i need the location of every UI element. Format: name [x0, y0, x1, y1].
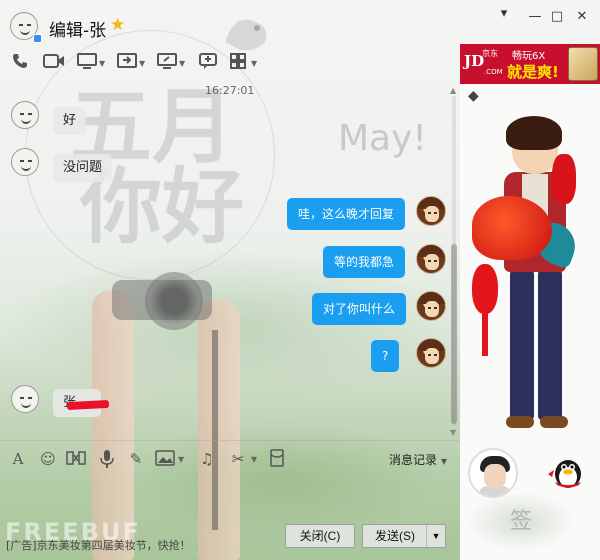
message-bubble-sent: 等的我都急: [323, 246, 406, 278]
remote-desktop-icon[interactable]: [77, 52, 97, 74]
message-bubble-sent: 哇，这么晚才回复: [287, 198, 406, 230]
sender-avatar[interactable]: [11, 385, 39, 413]
file-transfer-icon[interactable]: [117, 52, 137, 74]
message-history-link[interactable]: 消息记录 ▼: [389, 451, 447, 468]
collapse-icon[interactable]: ▾: [496, 6, 512, 22]
photo-camera-strap: [212, 330, 218, 530]
my-avatar[interactable]: [416, 291, 446, 321]
font-icon[interactable]: A: [8, 449, 28, 469]
message-timestamp: 16:27:01: [205, 84, 255, 97]
music-icon[interactable]: ♫: [197, 449, 217, 469]
right-show-panel: JD 京东 .COM 畅玩6X 就是爽! ◆ 签: [460, 44, 600, 560]
message-bubble-sent: ?: [371, 340, 400, 372]
image-icon[interactable]: [155, 449, 175, 469]
chevron-down-icon[interactable]: ▼: [179, 59, 185, 68]
apps-grid-icon[interactable]: [229, 52, 247, 74]
message-bubble-sent: 对了你叫什么: [312, 293, 407, 325]
phone-image: [568, 47, 598, 81]
scroll-down-icon[interactable]: ▼: [450, 428, 456, 437]
sign-in-deco[interactable]: 签: [466, 492, 576, 552]
ad-brand-sub: 京东: [482, 49, 498, 58]
lantern: [472, 264, 498, 314]
qq-penguin-icon[interactable]: [546, 452, 586, 492]
my-avatar[interactable]: [416, 196, 446, 226]
close-button[interactable]: 关闭(C): [285, 524, 355, 548]
chevron-down-icon[interactable]: ▼: [99, 59, 105, 68]
close-window-button[interactable]: ✕: [574, 9, 590, 25]
background-grass: [120, 420, 440, 540]
voice-call-icon[interactable]: [11, 52, 29, 74]
title-bar: 编辑-张 ★ ▾ — □ ✕: [0, 0, 600, 44]
my-avatar[interactable]: [416, 244, 446, 274]
chevron-down-icon[interactable]: ▼: [178, 455, 184, 464]
ad-line-1: 畅玩6X: [512, 51, 546, 62]
message-bubble-received: 没问题: [53, 154, 113, 182]
chat-toolbar: ▼ ▼ ▼ ▼: [0, 52, 460, 78]
chevron-down-icon[interactable]: ▼: [139, 59, 145, 68]
ad-brand-sub2: .COM: [484, 68, 503, 76]
red-packet-icon[interactable]: [267, 449, 287, 469]
ad-banner[interactable]: JD 京东 .COM 畅玩6X 就是爽!: [460, 44, 600, 84]
doodle-icon[interactable]: ✎: [126, 449, 146, 469]
contact-name[interactable]: 编辑-张: [49, 16, 106, 41]
sender-avatar[interactable]: [11, 148, 39, 176]
message-bubble-received: 好: [53, 107, 87, 135]
minimize-button[interactable]: —: [527, 9, 543, 25]
magic-expression-icon[interactable]: [66, 449, 86, 469]
screen-share-icon[interactable]: [157, 52, 177, 74]
group-chat-icon[interactable]: [198, 52, 218, 74]
emoji-icon[interactable]: ☺: [38, 449, 58, 469]
background-deco-may: May!: [338, 118, 427, 159]
photo-camera-lens: [145, 272, 203, 330]
send-options-chevron-icon[interactable]: ▼: [426, 524, 446, 548]
my-avatar[interactable]: [416, 338, 446, 368]
chevron-down-icon[interactable]: ▼: [251, 59, 257, 68]
bottom-ad-link[interactable]: [广告]京东美妆第四届美妆节，快抢！: [6, 537, 191, 553]
scroll-thumb[interactable]: [451, 244, 457, 424]
maximize-button[interactable]: □: [549, 9, 565, 25]
chevron-down-icon[interactable]: ▼: [251, 455, 257, 464]
input-toolbar: A ☺ ✎ ▼ ♫ ✂ ▼ 消息记录 ▼: [0, 440, 460, 474]
diamond-icon[interactable]: ◆: [468, 88, 479, 104]
presence-status-icon: [33, 34, 42, 43]
friend-show-avatar[interactable]: [468, 448, 518, 498]
sender-avatar[interactable]: [11, 101, 39, 129]
chinese-knot: [552, 154, 576, 204]
star-icon[interactable]: ★: [110, 15, 125, 35]
voice-message-icon[interactable]: [97, 449, 117, 469]
video-call-icon[interactable]: [43, 52, 65, 74]
chat-scrollbar[interactable]: ▲ ▼: [450, 86, 458, 438]
photo-arm-right: [198, 300, 240, 560]
scroll-up-icon[interactable]: ▲: [450, 86, 456, 95]
ad-line-2: 就是爽!: [507, 63, 559, 81]
message-history-label: 消息记录: [389, 453, 438, 467]
chevron-down-icon: ▼: [440, 457, 447, 466]
screenshot-scissors-icon[interactable]: ✂: [228, 449, 248, 469]
send-button[interactable]: 发送(S): [362, 524, 427, 548]
